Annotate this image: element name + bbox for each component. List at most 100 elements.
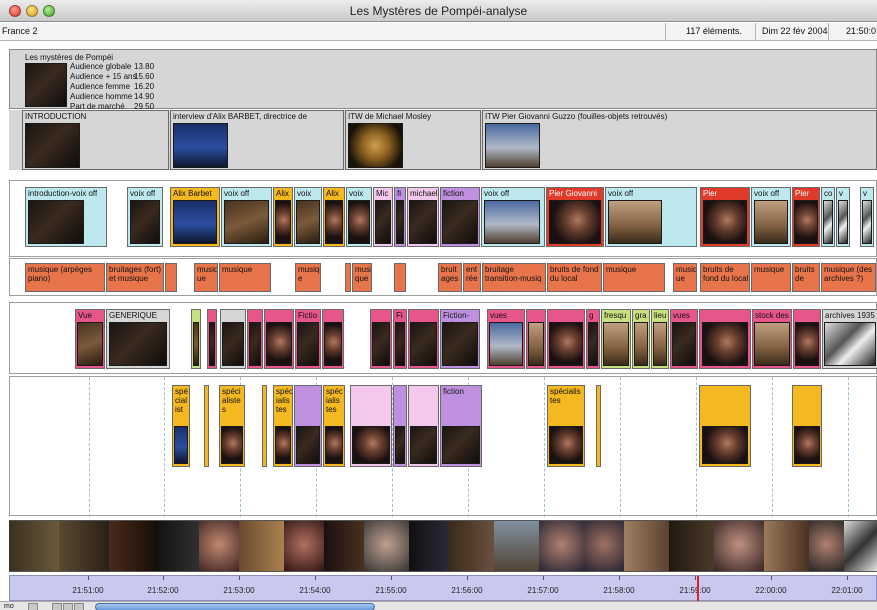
clip-bruits-de-fond[interactable]: bruits de fond du local bbox=[700, 263, 750, 292]
clip-musique[interactable]: musiq ue bbox=[194, 263, 218, 292]
clip-v[interactable]: v bbox=[860, 187, 874, 247]
clip-pier[interactable]: Pier bbox=[700, 187, 750, 247]
dropdown-icon[interactable] bbox=[28, 603, 38, 610]
clip-lieu[interactable]: lieu bbox=[651, 309, 669, 369]
clip-gra[interactable]: gra bbox=[632, 309, 650, 369]
clip-image-short[interactable] bbox=[191, 309, 201, 369]
clip-vues[interactable]: vues bbox=[670, 309, 698, 369]
clip-musique[interactable]: musique bbox=[603, 263, 665, 292]
clip-vues[interactable]: vues bbox=[487, 309, 525, 369]
sequence-interview-alix[interactable]: interview d'Alix BARBET, directrice de bbox=[170, 110, 344, 170]
clip-voix-off[interactable]: voix off bbox=[751, 187, 791, 247]
clip-specialist-short[interactable] bbox=[596, 385, 601, 467]
sequence-itw-guzzo[interactable]: ITW Pier Giovanni Guzzo (fouilles-objets… bbox=[482, 110, 877, 170]
audience-row: Audience globale 13.80 bbox=[70, 62, 155, 71]
clip-alix-barbet[interactable]: Alix Barbet bbox=[170, 187, 220, 247]
clip-g[interactable]: g bbox=[586, 309, 600, 369]
timeline-ruler[interactable]: 21:51:00 21:52:00 21:53:00 21:54:00 21:5… bbox=[9, 575, 877, 602]
clip-specialistes[interactable]: spéc ialis tes bbox=[323, 385, 345, 467]
zoom-out-icon[interactable] bbox=[52, 603, 62, 610]
clip-specialistes[interactable]: spéci aliste s bbox=[219, 385, 245, 467]
clip-alix[interactable]: Alix bbox=[323, 187, 345, 247]
clip-specialist-short[interactable] bbox=[204, 385, 209, 467]
program-band[interactable]: Les mystères de Pompéi Audience globale 1… bbox=[9, 49, 877, 111]
clip-specialist-pier[interactable] bbox=[699, 385, 751, 467]
clip-fiction[interactable]: fiction bbox=[440, 187, 480, 247]
clip-image[interactable] bbox=[408, 309, 439, 369]
clip-image[interactable] bbox=[322, 309, 344, 369]
clip-vue[interactable]: Vue bbox=[75, 309, 105, 369]
clip-michael[interactable]: michael bbox=[407, 187, 439, 247]
clip-voix[interactable]: voix bbox=[294, 187, 322, 247]
clip-fictio[interactable]: Fictio bbox=[295, 309, 321, 369]
film-frame bbox=[539, 521, 584, 571]
clip-alix[interactable]: Alix bbox=[273, 187, 293, 247]
clip-entree[interactable]: ent rée bbox=[463, 263, 481, 292]
film-frame bbox=[324, 521, 364, 571]
clip-michael-block[interactable] bbox=[350, 385, 392, 467]
clip-image-short[interactable] bbox=[207, 309, 217, 369]
clip-sound-short[interactable] bbox=[165, 263, 177, 292]
clip-specialist-pier[interactable] bbox=[792, 385, 822, 467]
clip-sound-short[interactable] bbox=[345, 263, 351, 292]
clip-stock-des[interactable]: stock des bbox=[752, 309, 792, 369]
clip-musique[interactable]: musiqu e bbox=[295, 263, 321, 292]
clip-specialist[interactable]: spé cial ist bbox=[172, 385, 190, 467]
clip-image[interactable] bbox=[699, 309, 751, 369]
filmstrip[interactable] bbox=[9, 520, 877, 572]
clip-michael-block[interactable] bbox=[408, 385, 439, 467]
clip-fiction-act[interactable]: Fiction-act bbox=[440, 309, 480, 369]
clip-image[interactable] bbox=[247, 309, 263, 369]
mode-label[interactable]: mo bbox=[4, 602, 14, 610]
clip-musique[interactable]: musique bbox=[751, 263, 791, 292]
clip-fi[interactable]: fi bbox=[394, 187, 406, 247]
clip-pier-giovanni[interactable]: Pier Giovanni bbox=[546, 187, 604, 247]
time-label: 21:50:0 bbox=[846, 26, 877, 36]
sequence-itw-mosley[interactable]: ITW de Michael Mosley bbox=[345, 110, 481, 170]
clip-musique[interactable]: musiq ue bbox=[673, 263, 697, 292]
clip-bruitages[interactable]: bruitages (fort) et musique bbox=[106, 263, 164, 292]
ruler-time-label: 21:52:00 bbox=[147, 586, 179, 595]
clip-musique[interactable]: musique bbox=[219, 263, 271, 292]
clip-v[interactable]: v bbox=[836, 187, 850, 247]
clip-specialistes[interactable]: spéc ialis tes bbox=[273, 385, 293, 467]
horizontal-scrollbar[interactable] bbox=[95, 603, 375, 610]
clip-image[interactable] bbox=[264, 309, 294, 369]
clip-generique[interactable]: GENERIQUE bbox=[106, 309, 170, 369]
clip-voix-off[interactable]: voix off bbox=[127, 187, 163, 247]
clip-co[interactable]: co bbox=[821, 187, 835, 247]
clip-sound-short[interactable] bbox=[394, 263, 406, 292]
clip-fiction[interactable]: fiction bbox=[440, 385, 482, 467]
sequence-introduction[interactable]: INTRODUCTION bbox=[22, 110, 169, 170]
fit-icon[interactable] bbox=[74, 603, 84, 610]
clip-fi[interactable]: Fi bbox=[393, 309, 407, 369]
clip-bruitage-transition[interactable]: bruitage transition-musiq bbox=[482, 263, 546, 292]
clip-specialistes[interactable]: spécialis tes bbox=[547, 385, 585, 467]
clip-voix[interactable]: voix bbox=[346, 187, 372, 247]
clip-mic[interactable]: Mic bbox=[373, 187, 393, 247]
clip-fresqu[interactable]: fresqu bbox=[601, 309, 631, 369]
clip-image[interactable] bbox=[547, 309, 585, 369]
clip-archives-1935[interactable]: archives 1935 bbox=[822, 309, 877, 369]
clip-musique-archives[interactable]: musique (des archives ?) bbox=[821, 263, 876, 292]
clip-bruitages[interactable]: bruit ages bbox=[438, 263, 462, 292]
clip-bruits-de[interactable]: bruits de bbox=[792, 263, 820, 292]
clip-image[interactable] bbox=[370, 309, 392, 369]
clip-voix-off[interactable]: voix off bbox=[221, 187, 272, 247]
zoom-in-icon[interactable] bbox=[63, 603, 73, 610]
playhead-cursor[interactable] bbox=[697, 576, 699, 602]
clip-fiction-block[interactable] bbox=[294, 385, 322, 467]
clip-image[interactable] bbox=[793, 309, 821, 369]
clip-image[interactable] bbox=[526, 309, 546, 369]
clip-image[interactable] bbox=[220, 309, 246, 369]
clip-voix-off[interactable]: voix off bbox=[481, 187, 545, 247]
film-frame bbox=[809, 521, 844, 571]
clip-pier[interactable]: Pier bbox=[792, 187, 820, 247]
clip-voix-off[interactable]: voix off bbox=[605, 187, 697, 247]
clip-introduction-voix-off[interactable]: introduction-voix off bbox=[25, 187, 107, 247]
clip-fiction-block[interactable] bbox=[393, 385, 407, 467]
clip-bruits-de-fond[interactable]: bruits de fond du local bbox=[547, 263, 602, 292]
clip-specialist-short[interactable] bbox=[262, 385, 267, 467]
clip-musique[interactable]: musi que bbox=[352, 263, 372, 292]
clip-musique-arpeges[interactable]: musique (arpèges piano) bbox=[25, 263, 105, 292]
